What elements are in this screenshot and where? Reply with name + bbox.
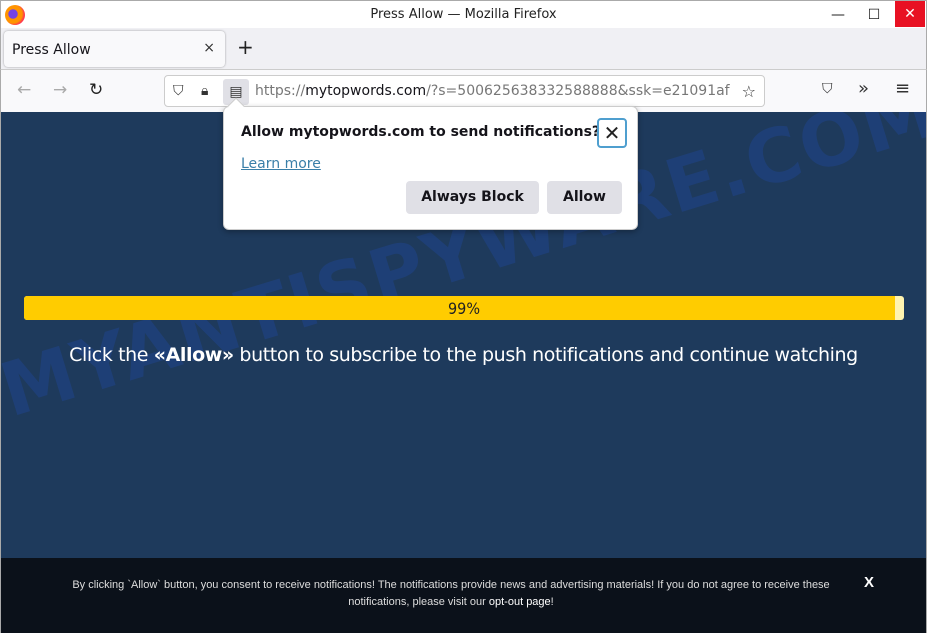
- maximize-button[interactable]: ☐: [860, 1, 888, 29]
- popup-close-button[interactable]: ✕: [597, 118, 627, 148]
- url-text[interactable]: https://mytopwords.com/?s=50062563833258…: [255, 83, 735, 99]
- bookmark-star-icon[interactable]: ☆: [742, 82, 756, 101]
- headline-text-end: button to subscribe to the push notifica…: [233, 344, 858, 366]
- pocket-icon[interactable]: ⛉: [822, 81, 833, 97]
- forward-button[interactable]: →: [53, 80, 67, 100]
- overflow-menu-icon[interactable]: »: [858, 78, 869, 99]
- learn-more-link[interactable]: Learn more: [241, 156, 321, 172]
- headline: Click the «Allow» button to subscribe to…: [1, 344, 926, 366]
- back-button[interactable]: ←: [17, 80, 31, 100]
- lock-icon[interactable]: 🔒︎: [201, 83, 208, 99]
- url-bar[interactable]: ⛉ 🔒︎ ▤ https://mytopwords.com/?s=5006256…: [164, 75, 765, 107]
- notification-permission-popup: Allow mytopwords.com to send notificatio…: [223, 97, 638, 230]
- opt-out-link[interactable]: opt-out page: [489, 596, 551, 608]
- headline-text: Click the: [69, 344, 154, 366]
- footer-close-button[interactable]: X: [864, 574, 874, 591]
- consent-footer: By clicking `Allow` button, you consent …: [1, 558, 926, 633]
- url-host: mytopwords.com: [305, 83, 427, 99]
- popup-title: Allow mytopwords.com to send notificatio…: [241, 124, 601, 140]
- headline-allow: «Allow»: [153, 344, 234, 366]
- new-tab-button[interactable]: +: [237, 37, 254, 57]
- reload-button[interactable]: ↻: [89, 80, 103, 100]
- progress-label: 99%: [448, 299, 480, 318]
- tab-close-icon[interactable]: ×: [203, 40, 215, 56]
- tab-bar: Press Allow × +: [0, 28, 927, 70]
- close-window-button[interactable]: ✕: [895, 1, 925, 27]
- footer-suffix: !: [550, 596, 554, 608]
- always-block-button[interactable]: Always Block: [406, 181, 539, 214]
- minimize-button[interactable]: —: [824, 1, 852, 29]
- url-path: /?s=500625638332588888&ssk=e21091af: [426, 83, 730, 99]
- window-titlebar: Press Allow — Mozilla Firefox — ☐ ✕: [0, 0, 927, 28]
- window-title: Press Allow — Mozilla Firefox: [370, 7, 557, 22]
- tracking-protection-shield-icon[interactable]: ⛉: [173, 83, 184, 99]
- url-scheme: https://: [255, 83, 306, 99]
- allow-button[interactable]: Allow: [547, 181, 622, 214]
- progress-bar: 99%: [24, 296, 904, 320]
- hamburger-menu-icon[interactable]: ≡: [895, 78, 910, 99]
- tab-press-allow[interactable]: Press Allow ×: [4, 31, 225, 67]
- footer-text: By clicking `Allow` button, you consent …: [41, 577, 861, 611]
- footer-message: By clicking `Allow` button, you consent …: [72, 579, 830, 608]
- tab-label: Press Allow: [12, 42, 91, 58]
